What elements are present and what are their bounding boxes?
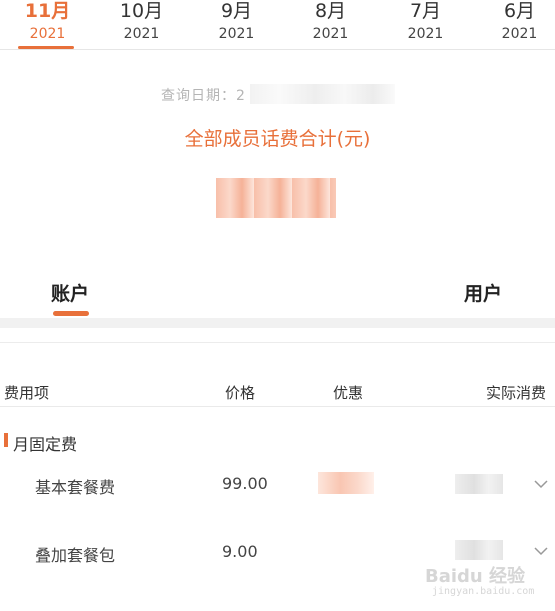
month-label: 8月 [314, 0, 347, 22]
redacted-total-amount [216, 178, 336, 218]
year-label: 2021 [218, 26, 255, 42]
month-selector: 11月 2021 10月 2021 9月 2021 8月 2021 7月 202… [0, 0, 555, 50]
month-tab-10[interactable]: 10月 2021 [94, 0, 189, 49]
row-item-price: 9.00 [222, 542, 258, 561]
section-title: 月固定费 [13, 435, 78, 454]
month-label: 7月 [409, 0, 442, 22]
header-divider [0, 406, 555, 407]
redacted-actual [455, 540, 503, 560]
chevron-down-icon[interactable] [534, 477, 548, 491]
month-label: 11月 [24, 0, 71, 22]
row-item-price: 99.00 [222, 474, 268, 493]
month-tab-7[interactable]: 7月 2021 [378, 0, 473, 49]
watermark-logo: Baidu 经验 [425, 566, 526, 587]
month-label: 9月 [220, 0, 253, 22]
query-date-label: 查询日期：2 [161, 88, 246, 104]
header-price: 价格 [225, 384, 256, 402]
redacted-date [250, 84, 395, 104]
tab-user[interactable]: 用户 [464, 279, 502, 306]
section-accent-bar [4, 433, 8, 447]
chevron-down-icon[interactable] [534, 544, 548, 558]
year-label: 2021 [312, 26, 349, 42]
watermark-url: jingyan.baidu.com [432, 586, 535, 597]
divider [0, 342, 555, 343]
redacted-actual [455, 474, 503, 494]
header-actual: 实际消费 [486, 384, 547, 402]
section-separator [0, 318, 555, 328]
header-item: 费用项 [4, 384, 50, 402]
tab-account[interactable]: 账户 [51, 279, 89, 306]
active-tab-indicator [53, 311, 89, 316]
month-tab-8[interactable]: 8月 2021 [283, 0, 378, 49]
year-label: 2021 [123, 26, 160, 42]
month-label: 10月 [119, 0, 164, 22]
month-tab-9[interactable]: 9月 2021 [189, 0, 284, 49]
header-discount: 优惠 [333, 384, 364, 402]
year-label: 2021 [29, 26, 66, 42]
total-fee-label: 全部成员话费合计(元) [184, 128, 371, 150]
redacted-discount [318, 472, 374, 494]
month-label: 6月 [503, 0, 536, 22]
month-tab-6[interactable]: 6月 2021 [472, 0, 555, 49]
month-tab-11[interactable]: 11月 2021 [0, 0, 95, 49]
row-item-name: 叠加套餐包 [35, 546, 116, 565]
year-label: 2021 [407, 26, 444, 42]
row-item-name: 基本套餐费 [35, 478, 116, 497]
year-label: 2021 [501, 26, 538, 42]
active-month-indicator [18, 46, 74, 49]
